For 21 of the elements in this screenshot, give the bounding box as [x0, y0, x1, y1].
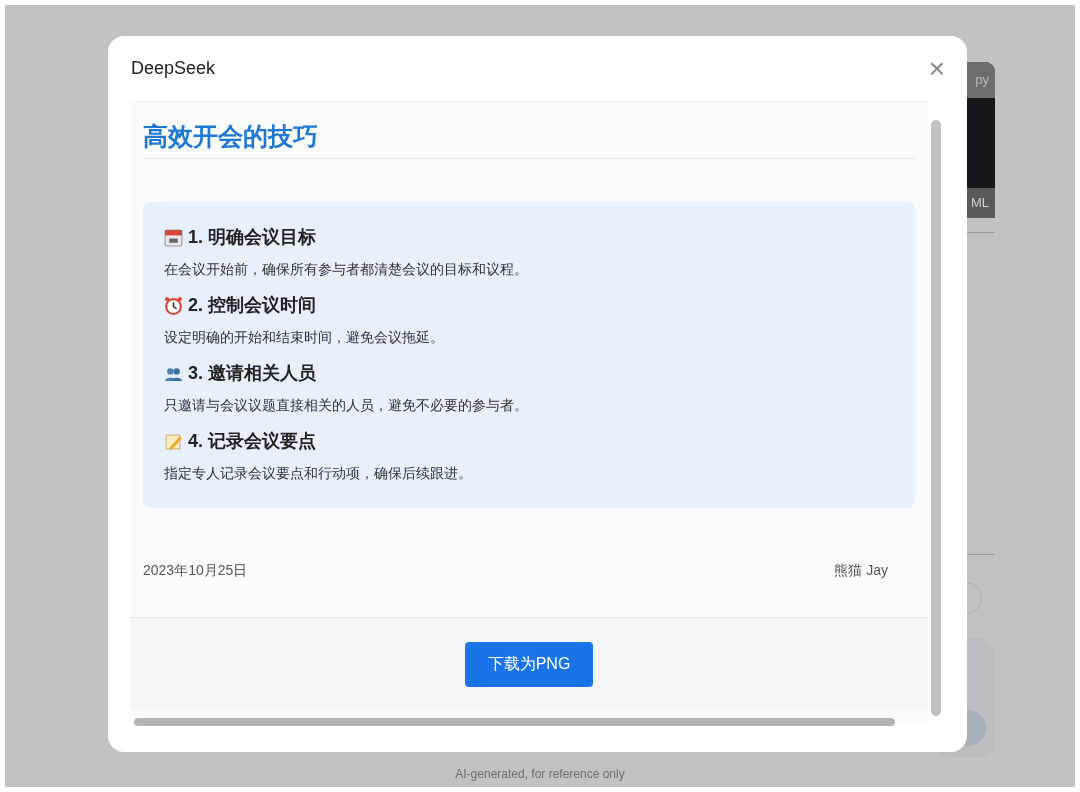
- tip-text: 只邀请与会议议题直接相关的人员，避免不必要的参与者。: [164, 395, 529, 415]
- calendar-icon: [164, 228, 183, 247]
- tab-label[interactable]: py: [975, 70, 989, 90]
- alarm-clock-icon: [164, 296, 183, 315]
- tip-heading: 2. 控制会议时间: [188, 294, 316, 317]
- tip-text: 设定明确的开始和结束时间，避免会议拖延。: [164, 327, 445, 347]
- horizontal-scrollbar[interactable]: [134, 718, 895, 726]
- tip-text: 指定专人记录会议要点和行动项，确保后续跟进。: [164, 463, 473, 483]
- author: 熊猫 Jay: [834, 560, 888, 580]
- close-button[interactable]: ×: [928, 54, 945, 83]
- disclaimer: AI-generated, for reference only: [454, 766, 626, 783]
- download-button[interactable]: 下载为PNG: [464, 641, 594, 687]
- tip-heading: 3. 邀请相关人员: [188, 362, 316, 385]
- page-heading: 高效开会的技巧: [143, 118, 915, 159]
- date: 2023年10月25日: [143, 560, 248, 580]
- vertical-scrollbar[interactable]: [931, 120, 941, 716]
- tip-heading: 4. 记录会议要点: [188, 430, 316, 453]
- tip-heading: 1. 明确会议目标: [188, 226, 316, 249]
- memo-icon: [164, 432, 183, 451]
- dialog-title: DeepSeek: [131, 57, 216, 80]
- tip-text: 在会议开始前，确保所有参与者都清楚会议的目标和议程。: [164, 259, 529, 279]
